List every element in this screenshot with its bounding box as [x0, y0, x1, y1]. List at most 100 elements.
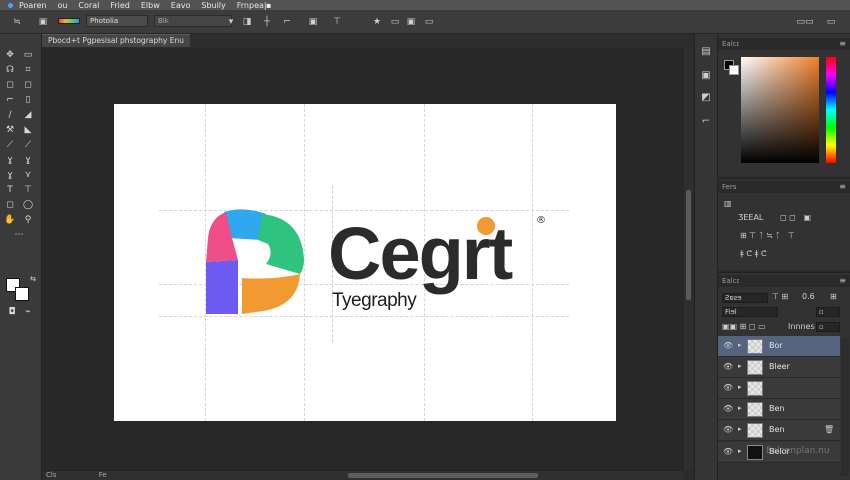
- opacity-value[interactable]: 0.6: [802, 292, 815, 301]
- eraser-tool-icon[interactable]: ⟋: [4, 140, 16, 150]
- visibility-eye-icon[interactable]: 👁: [723, 425, 733, 434]
- arrange-icon[interactable]: ▭: [390, 18, 400, 27]
- char-icon-row[interactable]: ⊞ ⊤ ᛏ ≒ ᛏ ⊤: [740, 231, 795, 240]
- layout-icon[interactable]: ▣: [406, 18, 416, 27]
- visibility-eye-icon[interactable]: 👁: [723, 447, 733, 456]
- path-tool-icon[interactable]: ⋎: [22, 170, 34, 180]
- frame-tool-icon[interactable]: ▯: [22, 95, 34, 105]
- menu-item-file[interactable]: Poaren: [19, 1, 46, 10]
- horizontal-scroll-thumb[interactable]: [348, 473, 538, 478]
- panel-icon[interactable]: ▭: [826, 18, 836, 27]
- char-glyph-row[interactable]: ǂ ᕦ ǂ ᕦ: [740, 249, 767, 258]
- background-color-swatch[interactable]: [15, 287, 29, 301]
- layer-name[interactable]: Bor: [769, 341, 783, 350]
- align-top-icon[interactable]: ⊤: [332, 18, 342, 27]
- blend-mode-dropdown[interactable]: Fiɘl: [722, 307, 778, 317]
- menu-item-select[interactable]: Eavo: [171, 1, 191, 10]
- zoom-tool-icon[interactable]: ⚲: [22, 215, 34, 225]
- edit-toolbar-icon[interactable]: ⋯: [13, 230, 25, 240]
- tool-preset-icon[interactable]: ≒: [12, 18, 22, 27]
- filter-icons[interactable]: ⊤ ⊞: [772, 292, 788, 301]
- dodge-tool-icon[interactable]: ɣ: [22, 155, 34, 165]
- transform-icon[interactable]: ▣: [308, 18, 318, 27]
- char-box-icons[interactable]: ◻ ◻ ▣: [780, 213, 811, 222]
- slice-tool-icon[interactable]: ⌐: [4, 95, 16, 105]
- frame-icon[interactable]: ▭: [424, 18, 434, 27]
- character-panel-tab[interactable]: Fers: [722, 183, 736, 191]
- layer-row[interactable]: 👁 ▸ Bor: [718, 336, 840, 357]
- history-brush-icon[interactable]: ◣: [22, 125, 34, 135]
- gradient-swatch[interactable]: [58, 18, 80, 24]
- fill-field[interactable]: ▫: [816, 322, 840, 332]
- layer-name[interactable]: Ben: [769, 425, 784, 434]
- pencil-tool-icon[interactable]: ◢: [22, 110, 34, 120]
- layers-panel-tab[interactable]: Ealcɪ: [722, 277, 739, 285]
- type-tool-icon[interactable]: T: [4, 185, 16, 195]
- rect-tool-icon[interactable]: ◻: [22, 80, 34, 90]
- quick-mask-icon[interactable]: ◘: [6, 307, 18, 317]
- blur-tool-icon[interactable]: ɣ: [4, 155, 16, 165]
- layer-name[interactable]: Ben: [769, 404, 784, 413]
- visibility-eye-icon[interactable]: 👁: [723, 362, 733, 371]
- distribute-icon[interactable]: ⌐: [282, 18, 292, 27]
- hue-slider[interactable]: [826, 57, 836, 163]
- mode-dropdown[interactable]: Blk: [154, 15, 232, 27]
- lasso-tool-icon[interactable]: ☊: [4, 65, 16, 75]
- visibility-eye-icon[interactable]: 👁: [723, 404, 733, 413]
- char-style-row[interactable]: ƷEEAL: [738, 213, 763, 222]
- menu-item-filter[interactable]: Sbuily: [201, 1, 225, 10]
- layers-scrollbar[interactable]: [841, 338, 849, 476]
- panel-menu-icon[interactable]: ≡: [839, 275, 846, 287]
- artboard-tool-icon[interactable]: ▭: [22, 50, 34, 60]
- vertical-scroll-thumb[interactable]: [686, 190, 691, 300]
- pen-tool-icon[interactable]: ɣ: [4, 170, 16, 180]
- ellipse-tool-icon[interactable]: ◯: [22, 200, 34, 210]
- paragraph-align-icon[interactable]: ▥: [724, 199, 732, 208]
- swap-colors-icon[interactable]: ⇆: [27, 274, 39, 284]
- preset-dropdown[interactable]: Photolia: [86, 15, 148, 27]
- filter-toggle-icon[interactable]: ⊞: [830, 292, 837, 301]
- brush-tool-icon[interactable]: ∕: [4, 110, 16, 120]
- history-panel-icon[interactable]: ▤: [699, 46, 713, 58]
- shape-tool-icon[interactable]: ◻: [4, 200, 16, 210]
- menu-item-edit[interactable]: ou: [57, 1, 67, 10]
- move-tool-icon[interactable]: ✥: [4, 50, 16, 60]
- document-tab[interactable]: Pbocd+t Pgpesisal phstography Enu: [42, 34, 190, 47]
- layer-name[interactable]: Bleer: [769, 362, 790, 371]
- layer-row[interactable]: 👁 ▸ Ben: [718, 399, 840, 420]
- adjust-panel-icon[interactable]: ⌐: [699, 116, 713, 128]
- delete-layer-icon[interactable]: 🗑: [824, 425, 834, 434]
- visibility-eye-icon[interactable]: 👁: [723, 383, 733, 392]
- layer-row[interactable]: 👁 ▸ Ben 🗑: [718, 420, 840, 441]
- menu-item-layer[interactable]: Fried: [110, 1, 130, 10]
- panel-menu-icon[interactable]: ≡: [839, 181, 846, 193]
- layer-row[interactable]: 👁 ▸ Bleer: [718, 357, 840, 378]
- color-panel-tab[interactable]: Ealcɪ: [722, 40, 739, 48]
- hand-tool-icon[interactable]: ✋: [4, 215, 16, 225]
- visibility-eye-icon[interactable]: 👁: [723, 341, 733, 350]
- menu-item-type[interactable]: Elbw: [141, 1, 160, 10]
- opacity-field[interactable]: ▫: [816, 307, 840, 317]
- layer-row[interactable]: 👁 ▸: [718, 378, 840, 399]
- panel-menu-icon[interactable]: ≡: [839, 38, 846, 50]
- crop-tool-icon[interactable]: ⌗: [22, 65, 34, 75]
- dropdown-arrow-icon[interactable]: ▾: [226, 18, 236, 27]
- stamp-tool-icon[interactable]: ⚒: [4, 125, 16, 135]
- workspace-icon[interactable]: ▭▭: [796, 18, 814, 27]
- gradient-editor-icon[interactable]: ▣: [38, 18, 48, 27]
- menu-overflow-icon[interactable]: ▪: [266, 1, 271, 10]
- menu-item-image[interactable]: Coral: [78, 1, 99, 10]
- align-center-icon[interactable]: ┼: [262, 18, 272, 27]
- layer-kind-filter[interactable]: Ƨɐƨɘ: [722, 293, 768, 303]
- menu-item-view[interactable]: Frnpea|ı: [237, 1, 269, 10]
- app-icon[interactable]: [8, 2, 13, 8]
- lock-icons[interactable]: ▣▣ ⊞ ◻ ▭: [722, 322, 766, 331]
- gradient-tool-icon[interactable]: ⟋: [22, 140, 34, 150]
- marquee-tool-icon[interactable]: ◻: [4, 80, 16, 90]
- screen-mode-icon[interactable]: ⌁: [22, 307, 34, 317]
- properties-panel-icon[interactable]: ▣: [699, 70, 713, 82]
- background-color-chip[interactable]: [729, 65, 739, 75]
- document-canvas[interactable]: Cegrt ® Tyegraphy: [114, 104, 616, 421]
- brush-panel-icon[interactable]: ◩: [699, 92, 713, 104]
- color-picker-field[interactable]: [741, 57, 819, 163]
